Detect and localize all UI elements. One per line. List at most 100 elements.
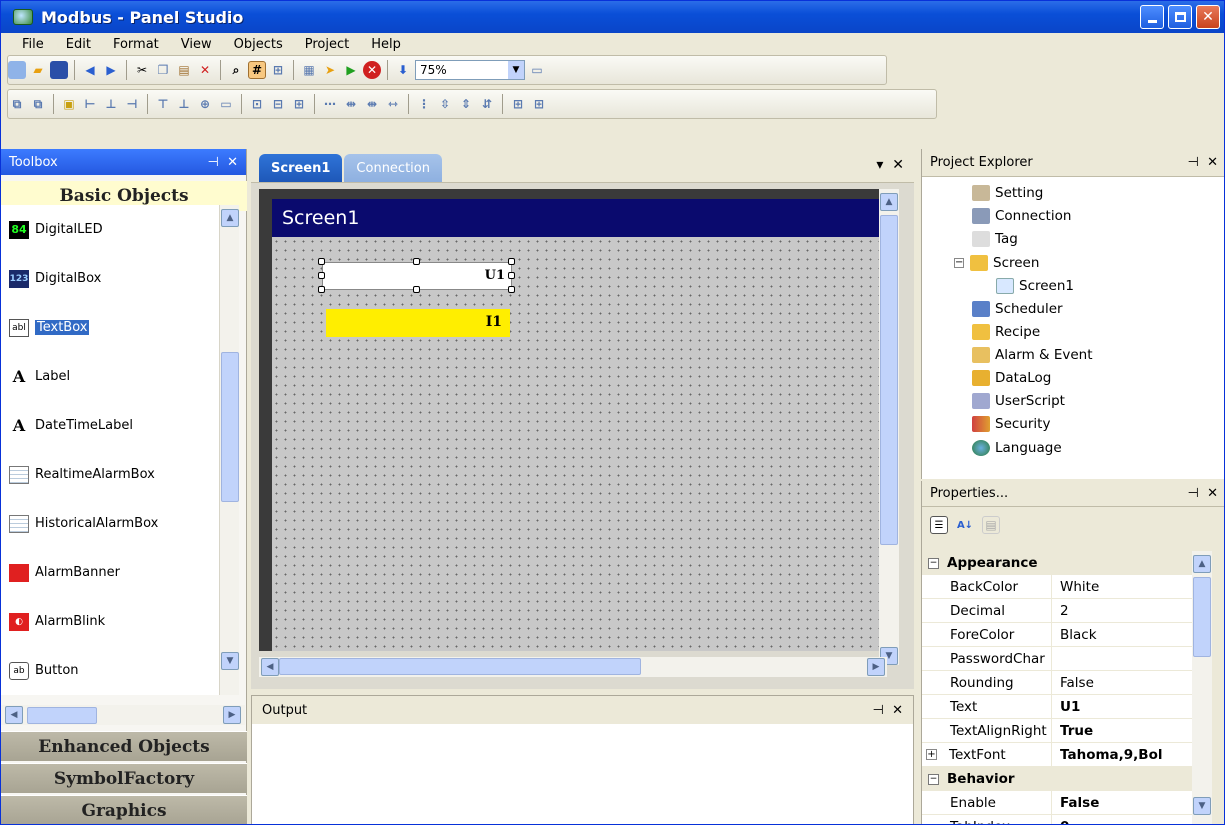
tool-historicalalarmbox[interactable]: HistoricalAlarmBox (1, 499, 219, 548)
close-button[interactable]: ✕ (1196, 5, 1220, 29)
align-right-icon[interactable]: ⊣ (123, 95, 141, 113)
property-value[interactable]: White (1052, 579, 1099, 595)
close-icon[interactable]: ✕ (1207, 486, 1218, 501)
scroll-up-icon[interactable]: ▲ (221, 209, 239, 227)
menu-help[interactable]: Help (360, 37, 412, 52)
find-icon[interactable]: ⌕ (227, 61, 245, 79)
scroll-thumb[interactable] (27, 706, 97, 724)
send-back-icon[interactable]: ⧉ (29, 95, 47, 113)
align-bottom-icon[interactable]: ⊕ (196, 95, 214, 113)
bring-front-icon[interactable]: ⧉ (8, 95, 26, 113)
fit-icon[interactable]: ▭ (528, 61, 546, 79)
resize-handle[interactable] (318, 258, 325, 265)
property-value[interactable]: True (1052, 723, 1093, 739)
maximize-button[interactable] (1168, 5, 1192, 29)
stop-icon[interactable]: ✕ (363, 61, 381, 79)
property-pages-icon[interactable]: ▤ (982, 516, 1000, 534)
hspace-equal-icon[interactable]: ⋯ (321, 95, 339, 113)
close-icon[interactable]: ✕ (1207, 155, 1218, 170)
property-row-decimal[interactable]: Decimal 2 (922, 599, 1192, 623)
property-value[interactable]: 2 (1052, 603, 1069, 619)
property-row-forecolor[interactable]: ForeColor Black (922, 623, 1192, 647)
resize-handle[interactable] (508, 272, 515, 279)
group-graphics[interactable]: Graphics (1, 795, 247, 824)
menu-objects[interactable]: Objects (223, 37, 294, 52)
tree-item-scheduler[interactable]: Scheduler (972, 301, 1063, 317)
same-width-icon[interactable]: ⊡ (248, 95, 266, 113)
property-value[interactable]: Black (1052, 627, 1097, 643)
pin-icon[interactable]: ⊣ (208, 155, 219, 170)
expand-icon[interactable]: + (926, 749, 937, 760)
sort-az-icon[interactable]: A↓ (956, 516, 974, 534)
scroll-left-icon[interactable]: ◀ (5, 706, 23, 724)
property-value[interactable]: False (1052, 795, 1099, 811)
scroll-thumb[interactable] (279, 658, 641, 675)
property-row-textfont[interactable]: + TextFont Tahoma,9,Bol (922, 743, 1192, 767)
align-left-icon[interactable]: ⊢ (81, 95, 99, 113)
dropdown-icon[interactable]: ▾ (876, 157, 883, 173)
same-size-icon[interactable]: ▭ (217, 95, 235, 113)
tree-item-datalog[interactable]: DataLog (972, 370, 1051, 386)
vspace-equal-icon[interactable]: ⋮ (415, 95, 433, 113)
property-value[interactable]: False (1052, 675, 1094, 691)
property-row-passwordchar[interactable]: PasswordChar (922, 647, 1192, 671)
tool-digitalbox[interactable]: 123 DigitalBox (1, 254, 219, 303)
tree-item-language[interactable]: Language (972, 440, 1062, 456)
new-icon[interactable] (8, 61, 26, 79)
same-height-icon[interactable]: ⊟ (269, 95, 287, 113)
vspace-increase-icon[interactable]: ⇳ (436, 95, 454, 113)
chevron-down-icon[interactable]: ▼ (508, 61, 524, 79)
export-icon[interactable]: ⬇ (394, 61, 412, 79)
vspace-decrease-icon[interactable]: ⇕ (457, 95, 475, 113)
properties-vertical-scrollbar[interactable]: ▲ ▼ (1192, 551, 1212, 824)
align-center-icon[interactable]: ⊥ (102, 95, 120, 113)
property-row-enable[interactable]: Enable False (922, 791, 1192, 815)
tree-item-alarm-event[interactable]: Alarm & Event (972, 347, 1093, 363)
property-value[interactable]: U1 (1052, 699, 1080, 715)
menu-view[interactable]: View (170, 37, 223, 52)
resize-handle[interactable] (413, 286, 420, 293)
hspace-remove-icon[interactable]: ⇿ (384, 95, 402, 113)
collapse-icon[interactable]: − (928, 773, 939, 785)
resize-handle[interactable] (413, 258, 420, 265)
tree-item-recipe[interactable]: Recipe (972, 324, 1040, 340)
collapse-icon[interactable]: − (954, 258, 964, 268)
center-vertical-icon[interactable]: ⊞ (530, 95, 548, 113)
tab-connection[interactable]: Connection (344, 154, 442, 182)
save-icon[interactable] (50, 61, 68, 79)
scroll-right-icon[interactable]: ▶ (867, 658, 885, 676)
paste-icon[interactable]: ▤ (175, 61, 193, 79)
tool-alarmbanner[interactable]: AlarmBanner (1, 548, 219, 597)
tree-item-security[interactable]: Security (972, 416, 1050, 432)
menu-file[interactable]: File (11, 37, 55, 52)
pin-icon[interactable]: ⊣ (873, 703, 884, 718)
tree-item-connection[interactable]: Connection (972, 208, 1071, 224)
tree-item-screen[interactable]: − Screen (954, 255, 1039, 271)
build-icon[interactable]: ▦ (300, 61, 318, 79)
resize-handle[interactable] (318, 272, 325, 279)
delete-icon[interactable]: ✕ (196, 61, 214, 79)
toolbox-horizontal-scrollbar[interactable]: ◀ ▶ (1, 705, 245, 725)
property-row-backcolor[interactable]: BackColor White (922, 575, 1192, 599)
tree-item-setting[interactable]: Setting (972, 185, 1043, 201)
center-horizontal-icon[interactable]: ⊞ (509, 95, 527, 113)
collapse-icon[interactable]: − (928, 557, 939, 569)
property-row-textalignright[interactable]: TextAlignRight True (922, 719, 1192, 743)
menu-format[interactable]: Format (102, 37, 170, 52)
download-icon[interactable]: ➤ (321, 61, 339, 79)
title-bar[interactable]: Modbus - Panel Studio ✕ (1, 1, 1224, 33)
scroll-thumb[interactable] (1193, 577, 1211, 657)
screen-canvas[interactable]: U1 I1 (272, 237, 879, 651)
vspace-remove-icon[interactable]: ⇵ (478, 95, 496, 113)
scroll-thumb[interactable] (221, 352, 239, 502)
scroll-down-icon[interactable]: ▼ (221, 652, 239, 670)
property-row-rounding[interactable]: Rounding False (922, 671, 1192, 695)
group-enhanced-objects[interactable]: Enhanced Objects (1, 731, 247, 761)
scroll-down-icon[interactable]: ▼ (1193, 797, 1211, 815)
group-symbolfactory[interactable]: SymbolFactory (1, 763, 247, 793)
scroll-up-icon[interactable]: ▲ (880, 193, 898, 211)
tool-digitalled[interactable]: 84 DigitalLED (1, 205, 219, 254)
resize-handle[interactable] (508, 258, 515, 265)
align-top-icon[interactable]: ⊤ (154, 95, 172, 113)
run-icon[interactable]: ▶ (342, 61, 360, 79)
